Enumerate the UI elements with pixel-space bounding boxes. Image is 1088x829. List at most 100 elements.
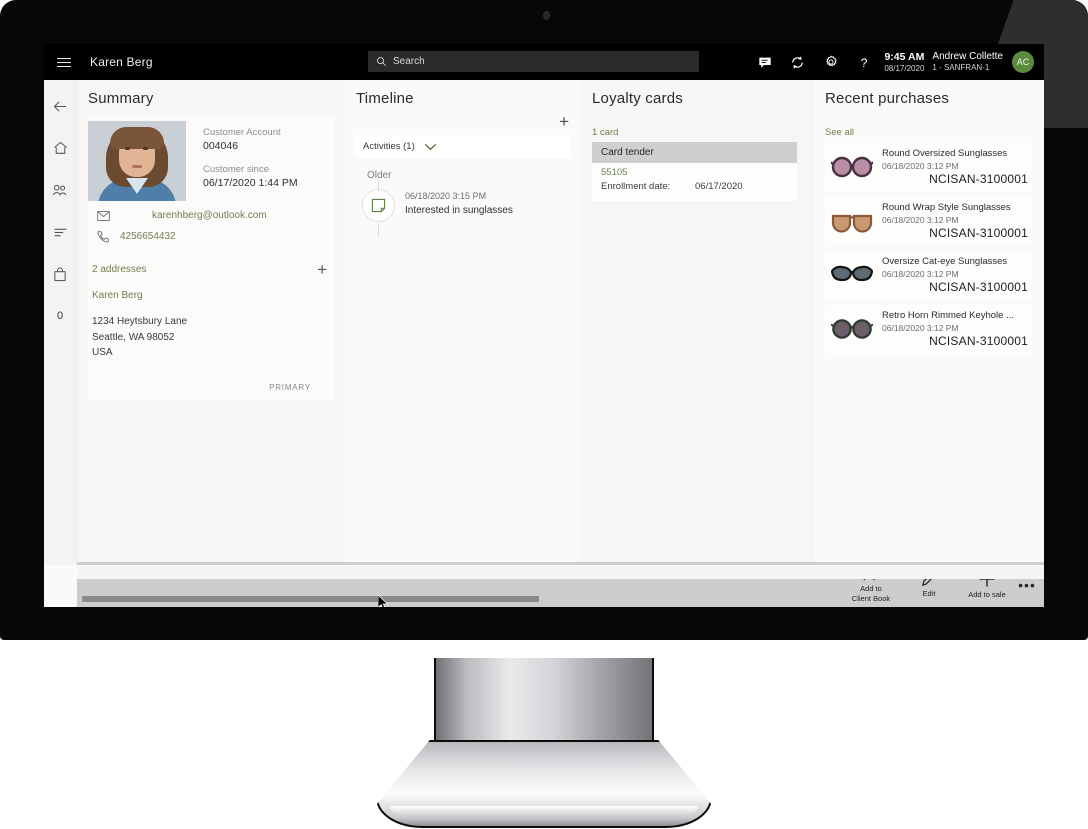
header-actions: ? 9:45 AM 08/17/2020 Andrew Collette 1 -…	[748, 44, 1040, 80]
summary-panel: Summary Customer Account 004046 Customer…	[77, 80, 345, 565]
app-header: Karen Berg Search ? 9:45 AM 08/17/2020 A…	[44, 44, 1044, 80]
loyalty-card-name: Card tender	[592, 142, 797, 163]
activities-filter[interactable]: Activities (1)	[355, 135, 571, 158]
round-wrap-sunglasses-icon	[829, 202, 875, 240]
loyalty-count: 1 card	[592, 127, 619, 138]
timeline-connector	[378, 179, 379, 191]
purchase-info: Round Oversized Sunglasses 06/18/2020 3:…	[882, 148, 1028, 186]
summary-top: Customer Account 004046 Customer since 0…	[88, 115, 335, 201]
cart-count-value: 0	[56, 310, 64, 322]
purchase-date: 06/18/2020 3:12 PM	[882, 323, 959, 333]
add-to-sale-label: Add to sale	[968, 589, 1006, 599]
loyalty-enrollment-row: Enrollment date: 06/17/2020	[601, 181, 797, 192]
nav-rail: 0	[44, 80, 77, 565]
search-icon	[377, 57, 386, 66]
horizontal-scrollbar-thumb[interactable]	[82, 596, 539, 602]
round-oversized-sunglasses-icon	[829, 148, 875, 186]
email-value: karenhberg@outlook.com	[152, 210, 267, 221]
chat-icon[interactable]	[748, 44, 781, 80]
timeline-panel: Timeline + Activities (1) Older 06/18/20…	[345, 80, 581, 565]
since-value: 06/17/2020 1:44 PM	[203, 177, 298, 189]
addresses-count[interactable]: 2 addresses	[92, 264, 146, 275]
address-primary-tag: PRIMARY	[269, 382, 311, 392]
purchase-date: 06/18/2020 3:12 PM	[882, 161, 959, 171]
loyalty-panel: Loyalty cards 1 card Card tender 55105 E…	[581, 80, 814, 565]
activities-filter-label: Activities (1)	[363, 141, 415, 152]
summary-title: Summary	[88, 90, 154, 107]
loyalty-card-number: 55105	[601, 167, 628, 178]
webcam-icon	[543, 11, 550, 20]
address-name: Karen Berg	[88, 285, 335, 306]
address-lines: 1234 Heytsbury Lane Seattle, WA 98052 US…	[88, 306, 335, 361]
note-icon	[362, 189, 395, 222]
list-item[interactable]: Round Wrap Style Sunglasses 06/18/2020 3…	[825, 197, 1032, 246]
gear-icon[interactable]	[814, 44, 847, 80]
purchase-info: Retro Horn Rimmed Keyhole ... 06/18/2020…	[882, 310, 1028, 348]
timeline-entry-title: Interested in sunglasses	[405, 205, 513, 216]
cat-eye-sunglasses-icon	[829, 256, 875, 294]
chevron-down-icon	[424, 143, 437, 151]
address-card[interactable]: Karen Berg 1234 Heytsbury Lane Seattle, …	[88, 285, 335, 400]
loyalty-enrollment-label: Enrollment date:	[601, 181, 671, 192]
recent-purchases-panel: Recent purchases See all Round Oversized…	[814, 80, 1044, 565]
loyalty-card-body: 55105 Enrollment date: 06/17/2020	[592, 163, 797, 201]
purchase-info: Oversize Cat-eye Sunglasses 06/18/2020 3…	[882, 256, 1028, 294]
see-all-link[interactable]: See all	[825, 127, 1044, 138]
retro-horn-rimmed-sunglasses-icon	[829, 310, 875, 348]
svg-text:?: ?	[860, 55, 867, 69]
horizontal-scrollbar-track[interactable]	[77, 565, 1044, 579]
list-item[interactable]: Oversize Cat-eye Sunglasses 06/18/2020 3…	[825, 251, 1032, 300]
purchase-name: Round Wrap Style Sunglasses	[882, 202, 1011, 213]
search-input[interactable]: Search	[368, 51, 699, 72]
screen-content: Karen Berg Search ? 9:45 AM 08/17/2020 A…	[44, 44, 1044, 607]
monitor-stand-base-shine	[390, 806, 698, 816]
sidebar-item-list[interactable]	[44, 216, 77, 248]
avatar[interactable]: AC	[1012, 51, 1034, 73]
purchase-sku: NCISAN-3100001	[929, 226, 1028, 240]
loyalty-card[interactable]: Card tender 55105 Enrollment date: 06/17…	[592, 142, 797, 201]
search-placeholder: Search	[393, 56, 425, 67]
timeline-entry[interactable]: 06/18/2020 3:15 PM Interested in sunglas…	[362, 179, 581, 237]
purchase-info: Round Wrap Style Sunglasses 06/18/2020 3…	[882, 202, 1028, 240]
email-row[interactable]: karenhberg@outlook.com	[88, 201, 335, 221]
sidebar-item-home[interactable]	[44, 132, 77, 164]
user-store: 1 - SANFRAN-1	[932, 63, 990, 73]
clock-time: 9:45 AM	[884, 50, 925, 63]
purchase-sku: NCISAN-3100001	[929, 172, 1028, 186]
loyalty-title: Loyalty cards	[592, 90, 683, 107]
purchase-name: Retro Horn Rimmed Keyhole ...	[882, 310, 1014, 321]
purchase-sku: NCISAN-3100001	[929, 280, 1028, 294]
sidebar-item-customers[interactable]	[44, 174, 77, 206]
timeline-entry-date: 06/18/2020 3:15 PM	[405, 191, 487, 201]
phone-row[interactable]: 4256654432	[88, 221, 335, 243]
content-columns: Summary Customer Account 004046 Customer…	[77, 80, 1044, 565]
user-info[interactable]: Andrew Collette 1 - SANFRAN-1	[932, 51, 1003, 74]
recent-purchases-title: Recent purchases	[825, 90, 950, 107]
add-to-client-book-label: Add to Client Book	[851, 584, 891, 603]
summary-card: Customer Account 004046 Customer since 0…	[88, 115, 335, 400]
add-address-button[interactable]: +	[317, 261, 327, 278]
summary-meta: Customer Account 004046 Customer since 0…	[203, 121, 298, 201]
help-icon[interactable]: ?	[847, 44, 880, 80]
sidebar-item-cart[interactable]	[44, 258, 77, 290]
timeline-entry-text: 06/18/2020 3:15 PM Interested in sunglas…	[405, 189, 513, 222]
mail-icon	[92, 210, 114, 221]
customer-photo	[88, 121, 186, 201]
sidebar-item-back[interactable]	[44, 90, 77, 122]
list-item[interactable]: Round Oversized Sunglasses 06/18/2020 3:…	[825, 143, 1032, 192]
account-label: Customer Account	[203, 127, 281, 138]
cart-count-badge: 0	[44, 300, 77, 332]
clock-date: 08/17/2020	[884, 63, 925, 73]
add-activity-button[interactable]: +	[345, 113, 581, 130]
edit-label: Edit	[922, 588, 936, 598]
user-name: Andrew Collette	[932, 50, 1003, 62]
hamburger-icon[interactable]	[48, 44, 80, 80]
list-item[interactable]: Retro Horn Rimmed Keyhole ... 06/18/2020…	[825, 305, 1032, 354]
purchase-sku: NCISAN-3100001	[929, 334, 1028, 348]
since-label: Customer since	[203, 164, 269, 175]
page-title: Karen Berg	[90, 55, 153, 69]
refresh-icon[interactable]	[781, 44, 814, 80]
timeline-title: Timeline	[356, 90, 414, 107]
purchase-name: Round Oversized Sunglasses	[882, 148, 1008, 159]
account-value: 004046	[203, 140, 239, 152]
